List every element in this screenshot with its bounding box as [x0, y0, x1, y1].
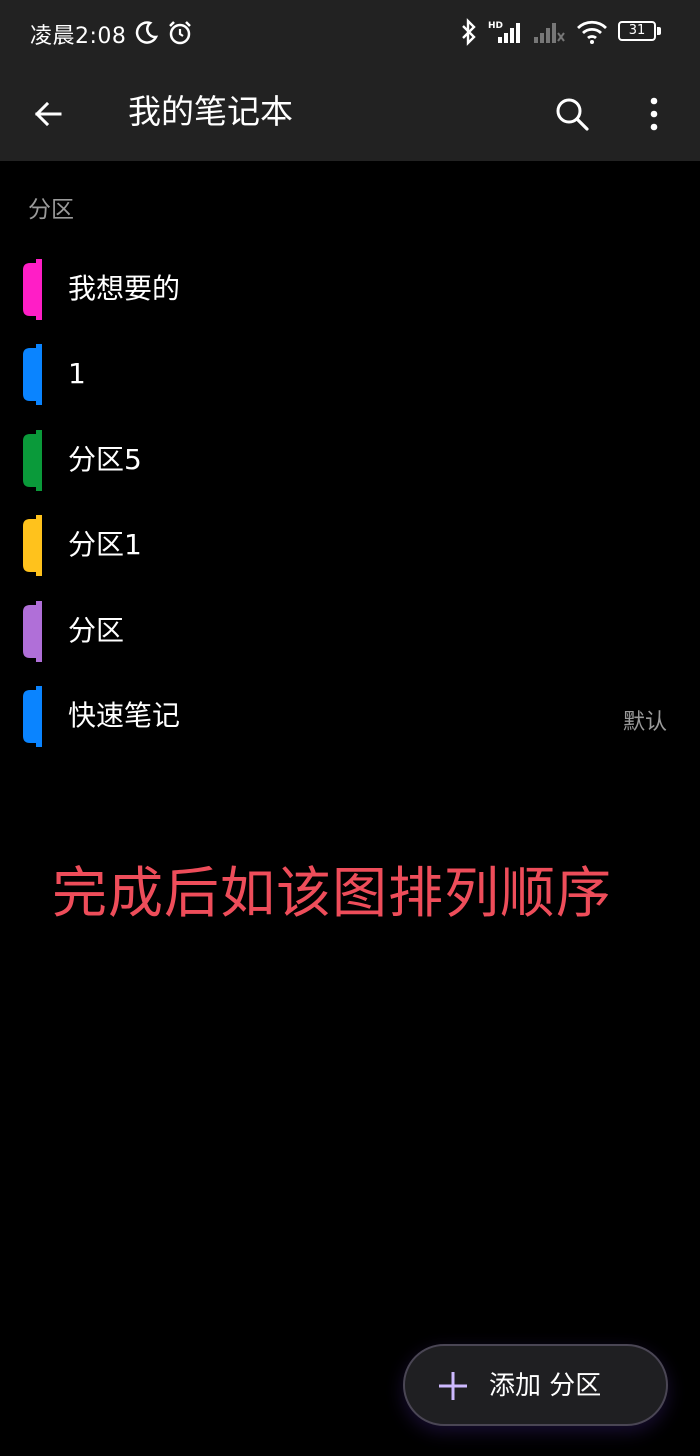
- section-item[interactable]: 分区5: [0, 418, 700, 503]
- more-vert-icon: [650, 97, 658, 131]
- section-list: 我想要的 1 分区5 分区1 分区 快速笔记 默认: [0, 247, 700, 759]
- status-left-icons: [133, 20, 193, 46]
- status-time: 凌晨2:08: [30, 24, 127, 49]
- search-button[interactable]: [546, 88, 598, 140]
- search-icon: [556, 98, 589, 131]
- add-section-label: 添加 分区: [489, 1371, 602, 1401]
- section-item[interactable]: 快速笔记 默认: [0, 674, 700, 759]
- annotation-text: 完成后如该图排列顺序: [52, 861, 613, 925]
- more-options-button[interactable]: [630, 88, 678, 140]
- bluetooth-icon: [462, 18, 476, 46]
- section-item[interactable]: 分区: [0, 589, 700, 674]
- section-color-tab: [23, 600, 42, 662]
- section-label: 我想要的: [68, 272, 181, 305]
- battery-icon: 31: [618, 21, 662, 43]
- back-arrow-icon: [34, 101, 62, 127]
- section-label: 快速笔记: [68, 698, 181, 732]
- section-item[interactable]: 1: [0, 332, 700, 417]
- app-bar: 我的笔记本: [0, 66, 700, 161]
- add-section-button[interactable]: 添加 分区: [403, 1344, 668, 1426]
- section-item[interactable]: 我想要的: [0, 247, 700, 332]
- section-color-tab: [23, 259, 42, 320]
- section-label: 分区: [68, 613, 125, 647]
- status-right-icons: HD 31: [460, 18, 662, 46]
- section-label: 分区5: [68, 442, 142, 476]
- section-color-tab: [23, 685, 42, 747]
- section-label: 分区1: [68, 528, 142, 562]
- hd-signal-icon: HD: [488, 21, 520, 43]
- back-button[interactable]: [24, 90, 72, 138]
- signal-icon: [534, 23, 565, 43]
- page-title: 我的笔记本: [128, 92, 293, 131]
- default-badge: 默认: [622, 709, 667, 735]
- section-color-tab: [23, 429, 42, 491]
- alarm-icon: [169, 21, 191, 45]
- section-item[interactable]: 分区1: [0, 503, 700, 588]
- status-bar: 凌晨2:08 HD 31: [0, 0, 700, 66]
- plus-icon: [439, 1372, 467, 1400]
- battery-level: 31: [628, 23, 646, 38]
- section-label: 1: [68, 357, 86, 391]
- section-header: 分区: [28, 197, 74, 223]
- svg-text:HD: HD: [488, 21, 503, 31]
- section-color-tab: [23, 515, 42, 577]
- wifi-icon: [577, 20, 607, 44]
- moon-icon: [135, 21, 159, 44]
- section-color-tab: [23, 344, 42, 406]
